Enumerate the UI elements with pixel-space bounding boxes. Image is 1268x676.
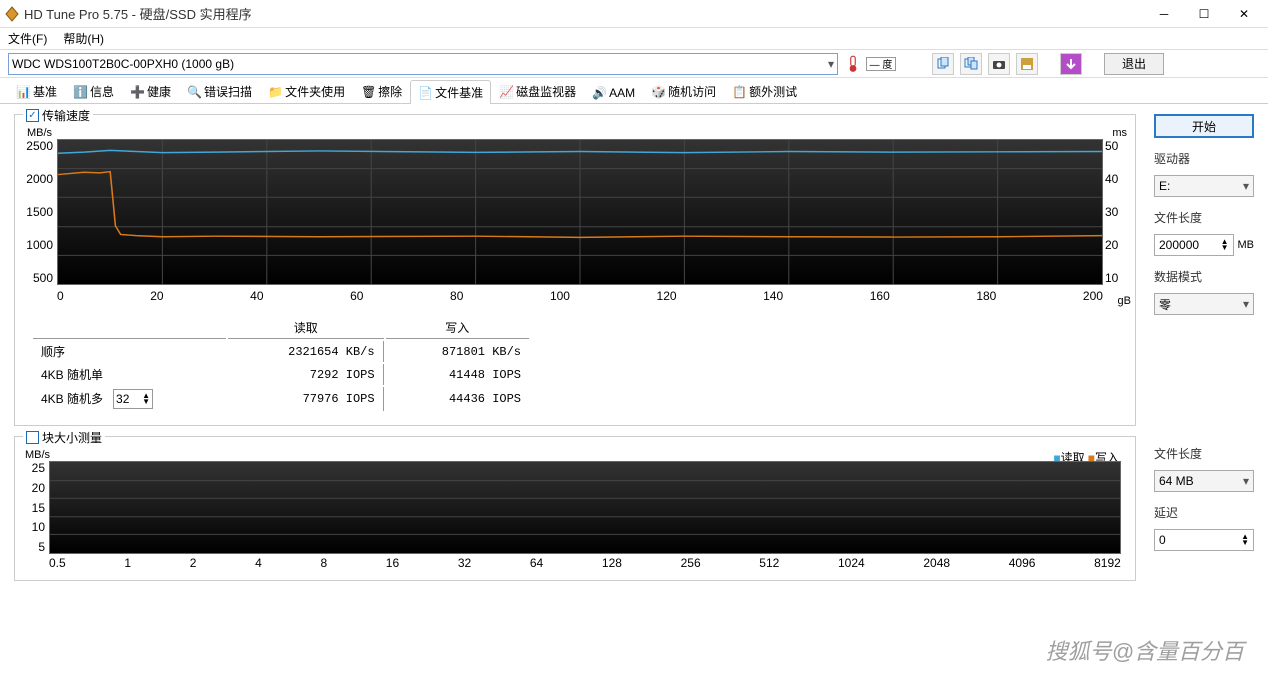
tab-erase[interactable]: 🗑擦除 [353,79,410,103]
tab-benchmark[interactable]: 📊基准 [8,79,65,103]
queue-depth-input[interactable]: 32▲▼ [113,389,153,409]
delay-label: 延迟 [1154,504,1254,521]
chevron-down-icon: ▾ [1243,179,1249,193]
chart2-ylabel: MB/s [25,449,50,461]
watermark: 搜狐号@含量百分百 [1046,634,1244,666]
options-button[interactable] [1060,53,1082,75]
chevron-down-icon: ▾ [828,57,834,71]
drive-selector-value: WDC WDS100T2B0C-00PXH0 (1000 gB) [12,57,234,71]
drive-letter-select[interactable]: E:▾ [1154,175,1254,197]
dice-icon: 🎲 [651,85,665,99]
chart1-yaxis-left: 2500200015001000500 [23,139,53,285]
chart2-plot [49,461,1121,554]
speaker-icon: 🔊 [592,86,606,100]
chart1-yaxis-right: 5040302010 [1105,139,1127,285]
menu-file[interactable]: 文件(F) [8,30,47,47]
window-title: HD Tune Pro 5.75 - 硬盘/SSD 实用程序 [24,4,252,23]
close-button[interactable]: ✕ [1224,2,1264,26]
tab-extra[interactable]: 📋额外测试 [724,79,805,103]
app-icon [4,6,20,22]
chevron-down-icon: ▾ [1243,297,1249,311]
screenshot-button[interactable] [988,53,1010,75]
chart1-plot [57,139,1103,285]
chart1-xaxis: 020406080100120140160180200 [57,289,1103,307]
block-size-label: 块大小测量 [42,429,102,446]
health-icon: ➕ [130,85,144,99]
filelen-label: 文件长度 [1154,209,1254,226]
block-size-checkbox[interactable] [26,431,39,444]
start-button[interactable]: 开始 [1154,114,1254,138]
chart2-xaxis: 0.512481632641282565121024204840968192 [49,556,1121,574]
tab-aam[interactable]: 🔊AAM [584,82,643,103]
extra-icon: 📋 [732,85,746,99]
transfer-speed-checkbox[interactable]: ✓ [26,109,39,122]
thermometer-icon [844,55,862,73]
filelen2-label: 文件长度 [1154,445,1254,462]
drive-label: 驱动器 [1154,150,1254,167]
results-table: 读取写入 顺序2321654 KB/s871801 KB/s 4KB 随机单72… [31,315,531,413]
copy-button[interactable] [932,53,954,75]
chart1-ylabel-left: MB/s [27,127,52,139]
chart1-ylabel-right: ms [1112,127,1127,139]
block-size-section: 块大小测量 MB/s ■读取 ■写入 252015105 [14,436,1136,581]
delay-input[interactable]: 0▲▼ [1154,529,1254,551]
gauge-icon: 📊 [16,85,30,99]
file-icon: 📄 [418,86,432,100]
tab-random[interactable]: 🎲随机访问 [643,79,724,103]
info-icon: ℹ️ [73,85,87,99]
tab-filebench[interactable]: 📄文件基准 [410,80,491,104]
trash-icon: 🗑 [361,85,375,99]
tab-errorscan[interactable]: 🔍错误扫描 [179,79,260,103]
save-button[interactable] [1016,53,1038,75]
tab-health[interactable]: ➕健康 [122,79,179,103]
chart1-xunit: gB [1118,295,1131,307]
maximize-button[interactable]: ☐ [1184,2,1224,26]
menu-help[interactable]: 帮助(H) [63,30,104,47]
tab-info[interactable]: ℹ️信息 [65,79,122,103]
tab-diskmon[interactable]: 📈磁盘监视器 [491,79,584,103]
search-icon: 🔍 [187,85,201,99]
transfer-speed-section: ✓ 传输速度 MB/s ms 2500200015001000500 50403… [14,114,1136,426]
tab-folder[interactable]: 📁文件夹使用 [260,79,353,103]
drive-selector[interactable]: WDC WDS100T2B0C-00PXH0 (1000 gB) ▾ [8,53,838,75]
folder-icon: 📁 [268,85,282,99]
filelen-input[interactable]: 200000▲▼ [1154,234,1234,256]
chart2-yaxis: 252015105 [23,461,45,554]
temperature-indicator: — 度 [844,55,896,73]
copy-all-button[interactable] [960,53,982,75]
monitor-icon: 📈 [499,85,513,99]
chevron-down-icon: ▾ [1243,474,1249,488]
minimize-button[interactable]: ─ [1144,2,1184,26]
exit-button[interactable]: 退出 [1104,53,1164,75]
transfer-speed-label: 传输速度 [42,107,90,124]
mode-label: 数据模式 [1154,268,1254,285]
filelen2-select[interactable]: 64 MB▾ [1154,470,1254,492]
mode-select[interactable]: 零▾ [1154,293,1254,315]
